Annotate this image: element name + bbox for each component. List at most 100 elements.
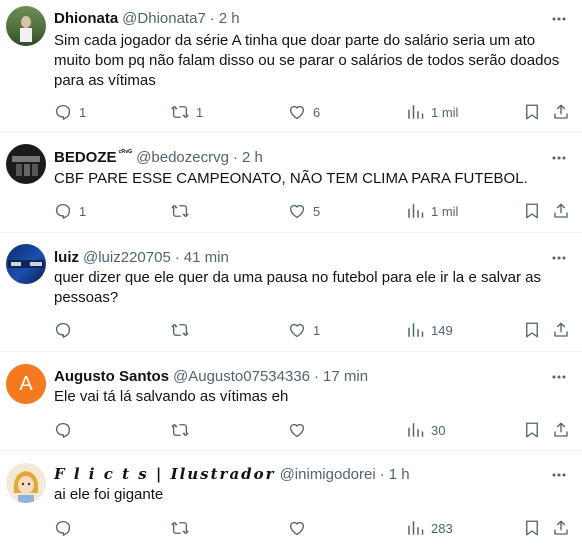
action-bar: 283	[0, 517, 582, 539]
retweet-button[interactable]: 1	[171, 101, 203, 123]
tweet-text-line: Ele vai tá lá salvando as vítimas eh	[54, 388, 289, 405]
more-options-icon[interactable]	[550, 10, 568, 28]
reply-count: 1	[79, 104, 87, 120]
avatar[interactable]	[6, 144, 46, 184]
share-button[interactable]	[552, 200, 570, 222]
share-button[interactable]	[552, 419, 570, 441]
more-options-icon[interactable]	[550, 249, 568, 267]
bookmark-button[interactable]	[523, 101, 541, 123]
author-handle[interactable]: @Augusto07534336	[173, 368, 310, 385]
tweet-text-line: Sim cada jogador da série A tinha que do…	[54, 32, 536, 49]
share-button[interactable]	[552, 517, 570, 539]
avatar-letter: A	[19, 372, 33, 395]
heart-icon	[289, 204, 305, 219]
reply-tweet[interactable]: A Augusto Santos @Augusto07534336 · 17 m…	[0, 352, 582, 451]
like-button[interactable]: 6	[288, 101, 320, 123]
author-handle[interactable]: @inimigodorei	[280, 466, 376, 483]
reply-button[interactable]	[54, 319, 79, 341]
author-handle[interactable]: @Dhionata7	[122, 10, 206, 27]
separator-dot: ·	[379, 465, 385, 483]
reply-button[interactable]	[54, 419, 79, 441]
author-name[interactable]: luiz	[54, 249, 79, 266]
like-button[interactable]	[288, 419, 313, 441]
more-options-icon[interactable]	[550, 466, 568, 484]
retweet-icon	[171, 204, 189, 218]
timestamp[interactable]: 2 h	[242, 149, 263, 166]
share-icon	[554, 104, 568, 119]
tweet-text: CBF PARE ESSE CAMPEONATO, NÃO TEM CLIMA …	[54, 169, 564, 189]
avatar[interactable]	[6, 463, 46, 503]
view-count: 1 mil	[431, 203, 459, 219]
timestamp[interactable]: 41 min	[184, 249, 229, 266]
retweet-button[interactable]	[171, 419, 196, 441]
like-button[interactable]	[288, 517, 313, 539]
reply-button[interactable]: 1	[54, 101, 86, 123]
more-options-icon[interactable]	[550, 149, 568, 167]
tweet-text: Ele vai tá lá salvando as vítimas eh	[54, 387, 564, 407]
share-button[interactable]	[552, 319, 570, 341]
author-handle[interactable]: @bedozecrvg	[136, 149, 229, 166]
reply-tweet[interactable]: BEDOZE ᶜᴿᵛᴳ @bedozecrvg · 2 h CBF PARE E…	[0, 133, 582, 233]
separator-dot: ·	[209, 9, 215, 27]
bookmark-button[interactable]	[523, 517, 541, 539]
reply-tweet[interactable]: F l i c t s | Ilustrador @inimigodorei ·…	[0, 451, 582, 547]
view-count: 283	[431, 520, 453, 536]
views-icon	[408, 105, 424, 119]
bookmark-button[interactable]	[523, 419, 541, 441]
author-name[interactable]: Dhionata	[54, 10, 118, 27]
avatar[interactable]	[6, 6, 46, 46]
timestamp[interactable]: 2 h	[219, 10, 240, 27]
action-bar: 30	[0, 419, 582, 441]
more-options-icon[interactable]	[550, 368, 568, 386]
reply-count: 1	[79, 203, 87, 219]
retweet-button[interactable]	[171, 517, 196, 539]
bookmark-button[interactable]	[523, 319, 541, 341]
views-icon	[408, 423, 424, 437]
author-name[interactable]: F l i c t s | Ilustrador	[54, 465, 276, 483]
share-button[interactable]	[552, 101, 570, 123]
reply-icon	[55, 322, 71, 338]
views-button[interactable]: 30	[406, 419, 445, 441]
share-icon	[554, 520, 568, 535]
like-count: 1	[313, 322, 321, 338]
retweet-count: 1	[196, 104, 204, 120]
timestamp[interactable]: 1 h	[389, 466, 410, 483]
views-icon	[408, 521, 424, 535]
separator-dot: ·	[174, 248, 180, 266]
heart-icon	[289, 323, 305, 338]
tweet-text: ai ele foi gigante	[54, 485, 564, 505]
tweet-text-line: CBF PARE ESSE CAMPEONATO, NÃO TEM CLIMA …	[54, 170, 528, 187]
tweet-text-line: quer dizer que ele quer da uma pausa no …	[54, 269, 541, 286]
reply-button[interactable]: 1	[54, 200, 86, 222]
avatar[interactable]	[6, 244, 46, 284]
views-button[interactable]: 1 mil	[406, 101, 458, 123]
author-badge: ᶜᴿᵛᴳ	[118, 147, 133, 157]
bookmark-icon	[526, 203, 538, 219]
timestamp[interactable]: 17 min	[323, 368, 368, 385]
like-count: 5	[313, 203, 321, 219]
reply-tweet[interactable]: Dhionata @Dhionata7 · 2 h Sim cada jogad…	[0, 0, 582, 133]
action-bar: 1 149	[0, 319, 582, 341]
author-name[interactable]: Augusto Santos	[54, 368, 169, 385]
tweet-text: Sim cada jogador da série A tinha que do…	[54, 31, 564, 91]
author-handle[interactable]: @luiz220705	[83, 249, 171, 266]
reply-button[interactable]	[54, 517, 79, 539]
like-count: 6	[313, 104, 321, 120]
retweet-icon	[171, 323, 189, 337]
tweet-text-line: ai ele foi gigante	[54, 486, 164, 503]
views-button[interactable]: 283	[406, 517, 453, 539]
bookmark-button[interactable]	[523, 200, 541, 222]
avatar[interactable]: A	[6, 364, 46, 404]
views-button[interactable]: 149	[406, 319, 453, 341]
like-button[interactable]: 1	[288, 319, 320, 341]
author-name[interactable]: BEDOZE	[54, 149, 117, 166]
action-bar: 1 1 6 1 mil	[0, 101, 582, 123]
views-button[interactable]: 1 mil	[406, 200, 458, 222]
retweet-icon	[171, 105, 189, 119]
retweet-button[interactable]	[171, 200, 196, 222]
reply-tweet[interactable]: luiz @luiz220705 · 41 min quer dizer que…	[0, 233, 582, 352]
retweet-button[interactable]	[171, 319, 196, 341]
like-button[interactable]: 5	[288, 200, 320, 222]
tweet-text-line: muito bom pq não falam disso ou se parar…	[54, 52, 560, 69]
separator-dot: ·	[232, 148, 238, 166]
